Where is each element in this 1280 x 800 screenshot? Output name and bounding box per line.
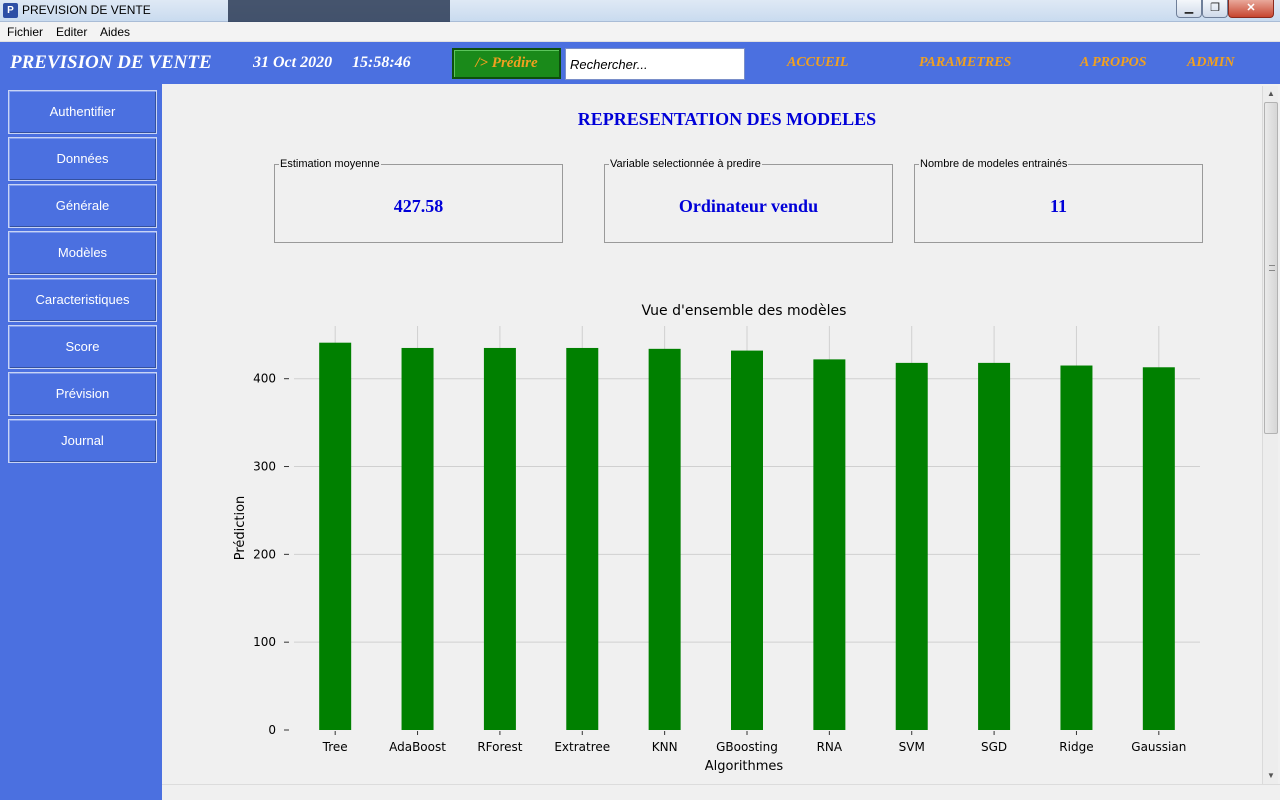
bar-gaussian [1142,367,1175,730]
sidebar: Authentifier Données Générale Modèles Ca… [0,84,162,800]
nav-parametres[interactable]: PARAMETRES [919,55,1011,71]
bar-rforest [483,347,516,730]
x-tick-label: Gaussian [1131,740,1186,754]
sidebar-item-donnees[interactable]: Données [8,137,157,181]
nav-a-propos[interactable]: A PROPOS [1080,55,1147,71]
chart-title: Vue d'ensemble des modèles [642,303,847,319]
y-tick-label: 100 [253,635,276,649]
main-content: REPRESENTATION DES MODELES Estimation mo… [162,84,1280,800]
x-tick-label: Tree [322,740,348,754]
app-window: P PREVISION DE VENTE ▁ ❐ ✕ Fichier Edite… [0,0,1280,800]
x-axis-label: Algorithmes [705,759,784,774]
bar-rna [813,359,846,730]
bar-gboosting [731,350,763,730]
scroll-up-arrow-icon[interactable]: ▲ [1263,86,1279,102]
close-button[interactable]: ✕ [1228,0,1274,18]
models-bar-chart: 0 100 200 300 400 Tree AdaBoost RForest Extratre… [233,303,1200,774]
x-tick-label: GBoosting [716,740,778,754]
x-tick-label: RNA [817,740,843,754]
search-input[interactable] [565,48,745,80]
background-window-tab [228,0,450,22]
app-brand: PREVISION DE VENTE [10,52,212,73]
sidebar-item-score[interactable]: Score [8,325,157,369]
app-icon: P [3,3,18,18]
header-bar: PREVISION DE VENTE 31 Oct 2020 15:58:46 … [0,42,1280,84]
menu-bar: Fichier Editer Aides [0,22,1280,42]
bar-svm [895,362,928,730]
bar-extratree [566,347,599,730]
vertical-scrollbar[interactable]: ▲ ▼ [1262,86,1278,784]
y-axis-label: Prédiction [233,496,248,561]
bar-tree [319,342,352,730]
y-tick-label: 0 [268,723,276,737]
maximize-button[interactable]: ❐ [1202,0,1228,18]
window-title: PREVISION DE VENTE [22,3,151,17]
bar-knn [648,348,681,730]
sidebar-item-caracteristiques[interactable]: Caracteristiques [8,278,157,322]
sidebar-item-journal[interactable]: Journal [8,419,157,463]
y-tick-label: 300 [253,460,276,474]
header-date: 31 Oct 2020 [253,54,333,71]
sidebar-item-modeles[interactable]: Modèles [8,231,157,275]
sidebar-item-prevision[interactable]: Prévision [8,372,157,416]
x-tick-label: AdaBoost [389,740,446,754]
x-tick-label: SVM [899,740,925,754]
sidebar-item-authentifier[interactable]: Authentifier [8,90,157,134]
x-tick-label: RForest [477,740,522,754]
x-tick-label: Ridge [1059,740,1093,754]
menu-aides[interactable]: Aides [100,25,130,39]
bar-sgd [978,362,1011,730]
nav-accueil[interactable]: ACCUEIL [787,55,848,71]
sidebar-item-generale[interactable]: Générale [8,184,157,228]
content-bottom-edge [162,784,1280,800]
bar-adaboost [401,347,434,730]
y-tick-label: 400 [253,372,276,386]
nav-admin[interactable]: ADMIN [1187,55,1234,71]
header-time: 15:58:46 [352,54,411,71]
scroll-thumb[interactable] [1264,102,1278,434]
predict-button[interactable]: /> Prédire [452,48,561,79]
x-tick-label: KNN [652,740,678,754]
bar-ridge [1060,365,1093,730]
menu-editer[interactable]: Editer [56,25,87,39]
scroll-down-arrow-icon[interactable]: ▼ [1263,768,1279,784]
menu-fichier[interactable]: Fichier [7,25,43,39]
minimize-button[interactable]: ▁ [1176,0,1202,18]
x-tick-label: SGD [981,740,1007,754]
y-tick-label: 200 [253,547,276,561]
title-bar: P PREVISION DE VENTE ▁ ❐ ✕ [0,0,1280,22]
x-tick-label: Extratree [554,740,610,754]
grip-icon [1269,265,1275,271]
